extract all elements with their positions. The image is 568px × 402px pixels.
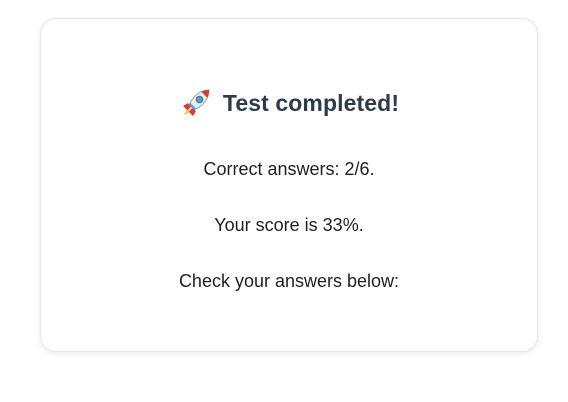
check-answers-text: Check your answers below: bbox=[178, 271, 400, 291]
result-card: Test completed! Correct answers: 2/6. Yo… bbox=[40, 18, 538, 352]
score-text: Your score is 33%. bbox=[214, 215, 364, 235]
result-title: Test completed! bbox=[222, 89, 400, 116]
result-header: Test completed! bbox=[41, 85, 537, 121]
rocket-icon bbox=[182, 89, 210, 116]
correct-answers-text: Correct answers: 2/6. bbox=[203, 159, 375, 179]
